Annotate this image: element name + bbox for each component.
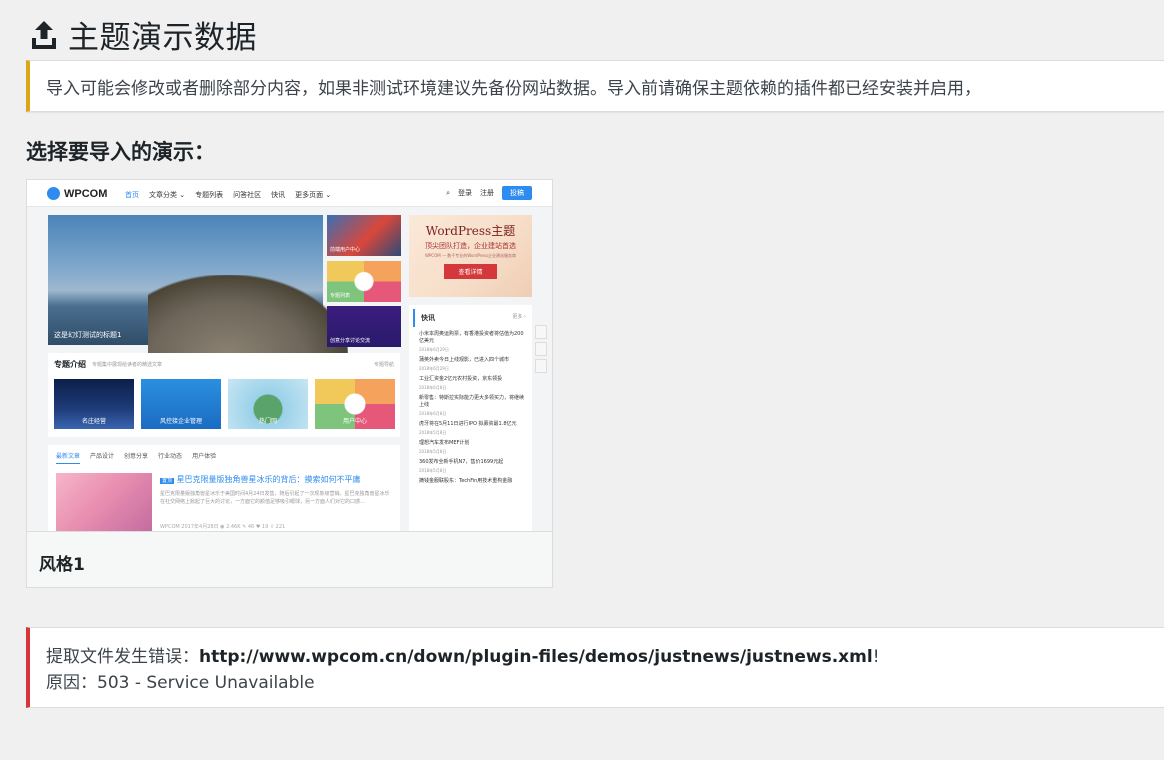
preview-news-date: 2018年6月29日 bbox=[419, 366, 449, 371]
preview-logo-text: WPCOM bbox=[64, 187, 108, 200]
preview-ad-line: WPCOM — 数千专业的WordPress企业建站服务商 bbox=[424, 253, 517, 258]
demo-card[interactable]: WPCOM 首页 文章分类 ⌄ 专题列表 问答社区 快讯 更多页面 ⌄ ⌕ 登录… bbox=[26, 179, 553, 588]
preview-news-date: 2018年5月8日 bbox=[419, 430, 447, 435]
preview-search-icon: ⌕ bbox=[446, 188, 450, 197]
preview-nav-right: ⌕ 登录 注册 投稿 bbox=[446, 186, 532, 200]
preview-thumb-caption: 前端用户中心 bbox=[330, 247, 361, 253]
preview-thumb-caption: 专题列表 bbox=[330, 293, 351, 299]
preview-article-tab: 最新文章 bbox=[56, 451, 81, 464]
preview-logo: WPCOM bbox=[47, 187, 107, 200]
wpcom-logo-icon bbox=[47, 187, 60, 200]
preview-news-date: 2018年6月29日 bbox=[419, 347, 449, 352]
preview-article-meta: WPCOM 2017年4月28日 ◉ 2.46K ✎ 46 ♥ 19 ⇪ 221 bbox=[160, 524, 286, 530]
preview-topic-tile: 名庄经营 bbox=[54, 379, 134, 429]
preview-thumb: 专题列表 bbox=[327, 261, 401, 302]
preview-menu-item: 快讯 bbox=[271, 191, 286, 199]
preview-article-tab: 创意分享 bbox=[124, 453, 149, 460]
preview-ad-subtitle: 顶尖团队打造，企业建站首选 bbox=[425, 242, 516, 250]
preview-news-item: 新零售：特斯拉实际能力更大多领买力，将继续上线 bbox=[419, 395, 525, 408]
preview-news-date: 2018年5月8日 bbox=[419, 449, 447, 454]
error-message: 提取文件发生错误：http://www.wpcom.cn/down/plugin… bbox=[46, 644, 1164, 670]
preview-news-heading: 快讯 更多 › bbox=[413, 309, 532, 327]
preview-topic-label: 名庄经营 bbox=[81, 418, 106, 425]
preview-side-share-icon bbox=[535, 359, 547, 373]
warning-notice: 导入可能会修改或者删除部分内容，如果非测试环境建议先备份网站数据。导入前请确保主… bbox=[26, 60, 1164, 112]
preview-topic-tile: 用户中心 bbox=[315, 379, 395, 429]
preview-news-item: 小米本周奥运购票，有香港投资者将估值为200亿美元 bbox=[419, 331, 524, 344]
preview-menu-item: 更多页面 ⌄ bbox=[295, 191, 332, 199]
preview-post-button: 投稿 bbox=[502, 186, 532, 200]
preview-article-excerpt: 星巴克限量版独角兽星冰乐于美国时间4月24日发售，随后引起了一次现象级营销。星巴… bbox=[160, 491, 390, 505]
preview-article-title: 置顶 星巴克限量版独角兽星冰乐的背后：摸索如何不平庸 bbox=[160, 474, 361, 485]
upload-icon bbox=[32, 20, 56, 49]
preview-register: 注册 bbox=[480, 189, 494, 197]
preview-topics-heading: 专题介绍 bbox=[54, 360, 86, 369]
preview-news-panel: 快讯 更多 › 小米本周奥运购票，有香港投资者将估值为200亿美元 2018年6… bbox=[409, 305, 532, 531]
preview-topics-more: 专题导航 bbox=[373, 362, 394, 368]
preview-article-title-text: 星巴克限量版独角兽星冰乐的背后：摸索如何不平庸 bbox=[176, 475, 361, 484]
preview-topic-tile: 风控接企业管理 bbox=[141, 379, 221, 429]
preview-hero-caption: 这是幻灯测试的标题1 bbox=[54, 331, 122, 339]
preview-thumb-caption: 创意分享讨论交流 bbox=[330, 338, 371, 344]
preview-topics: 专题介绍 专题集中展现给读者的精选文章 专题导航 名庄经营 风控接企业管理 热门… bbox=[48, 353, 400, 437]
preview-thumb: 前端用户中心 bbox=[327, 215, 401, 256]
warning-notice-text: 导入可能会修改或者删除部分内容，如果非测试环境建议先备份网站数据。导入前请确保主… bbox=[46, 78, 981, 99]
preview-news-date: 2018年5月8日 bbox=[419, 468, 447, 473]
preview-menu-item: 首页 bbox=[125, 191, 139, 199]
preview-news-item: 虎牙将在5月11日进行IPO 拟募资最1.8亿元 bbox=[419, 421, 517, 427]
page-header: 主题演示数据 bbox=[30, 12, 257, 57]
error-reason: 原因：503 - Service Unavailable bbox=[46, 673, 315, 693]
preview-ad-title: WordPress主题 bbox=[425, 224, 516, 238]
preview-topic-label: 用户中心 bbox=[342, 418, 367, 425]
demo-caption[interactable]: 风格1 bbox=[39, 550, 85, 575]
page-title: 主题演示数据 bbox=[68, 20, 257, 56]
error-prefix: 提取文件发生错误： bbox=[46, 647, 199, 667]
preview-article-image bbox=[56, 473, 152, 531]
preview-news-heading-text: 快讯 bbox=[421, 314, 435, 322]
error-notice: 提取文件发生错误：http://www.wpcom.cn/down/plugin… bbox=[26, 627, 1164, 708]
preview-news-item: 360发布全新手机N7，售价1699元起 bbox=[419, 459, 504, 465]
preview-ad-banner: WordPress主题 顶尖团队打造，企业建站首选 WPCOM — 数千专业的W… bbox=[409, 215, 532, 297]
preview-news-more: 更多 › bbox=[512, 314, 526, 320]
preview-article-tag: 置顶 bbox=[160, 478, 175, 484]
preview-side-note-icon bbox=[535, 342, 547, 356]
preview-article-tab: 产品设计 bbox=[90, 453, 115, 460]
preview-ad-button: 查看详情 bbox=[444, 264, 497, 279]
preview-topics-sub: 专题集中展现给读者的精选文章 bbox=[92, 362, 163, 368]
preview-articles: 最新文章 产品设计 创意分享 行业动态 用户体验 置顶 星巴克限量版独角兽星冰乐… bbox=[48, 445, 400, 531]
preview-topic-label: 热门网 bbox=[258, 418, 277, 425]
preview-article-tab: 行业动态 bbox=[158, 453, 183, 460]
error-url: http://www.wpcom.cn/down/plugin-files/de… bbox=[199, 647, 873, 667]
preview-menu-item: 问答社区 bbox=[233, 191, 262, 199]
preview-menu: 首页 文章分类 ⌄ 专题列表 问答社区 快讯 更多页面 ⌄ bbox=[125, 190, 331, 200]
preview-news-item: 蒲英外卖今日上线观影，已进入四个城市 bbox=[419, 357, 510, 363]
preview-hero-image bbox=[148, 275, 348, 355]
preview-thumb: 创意分享讨论交流 bbox=[327, 306, 401, 347]
preview-menu-item: 专题列表 bbox=[195, 191, 224, 199]
preview-menu-item: 文章分类 ⌄ bbox=[149, 191, 186, 199]
preview-navbar: WPCOM 首页 文章分类 ⌄ 专题列表 问答社区 快讯 更多页面 ⌄ ⌕ 登录… bbox=[27, 180, 552, 207]
preview-hero-slide: 这是幻灯测试的标题1 bbox=[48, 215, 348, 355]
demo-section-heading: 选择要导入的演示： bbox=[26, 140, 215, 164]
preview-news-date: 2018年6月8日 bbox=[419, 385, 447, 390]
preview-article-tab: 用户体验 bbox=[192, 453, 217, 460]
demo-preview-screenshot[interactable]: WPCOM 首页 文章分类 ⌄ 专题列表 问答社区 快讯 更多页面 ⌄ ⌕ 登录… bbox=[27, 180, 552, 532]
preview-news-date: 2018年6月8日 bbox=[419, 411, 447, 416]
preview-topic-tile: 热门网 bbox=[228, 379, 308, 429]
preview-news-item: 理想汽车发布MEF计划 bbox=[419, 440, 470, 446]
preview-login: 登录 bbox=[458, 189, 472, 197]
preview-side-comment-icon bbox=[535, 325, 547, 339]
preview-topic-label: 风控接企业管理 bbox=[159, 418, 202, 425]
error-suffix: ! bbox=[872, 647, 880, 667]
preview-article-tabs: 最新文章 产品设计 创意分享 行业动态 用户体验 bbox=[56, 451, 216, 464]
preview-news-item: 摘钱金服联股东：TechFin用技术重构金融 bbox=[419, 478, 513, 484]
preview-news-item: 工业汇资金2亿元农村投资，京东领投 bbox=[419, 376, 503, 382]
